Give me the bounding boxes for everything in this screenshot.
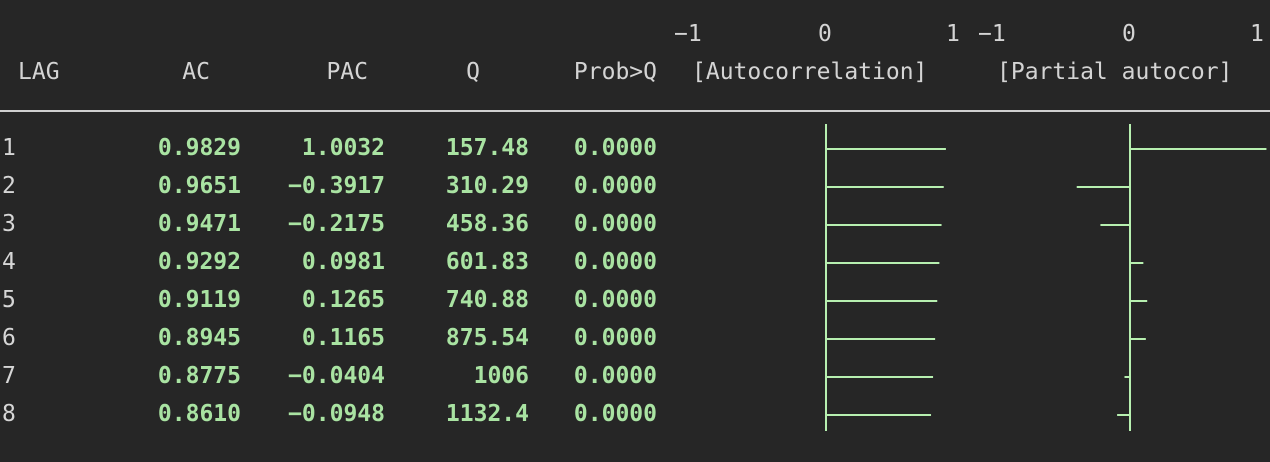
correlogram-plots xyxy=(825,124,1267,431)
